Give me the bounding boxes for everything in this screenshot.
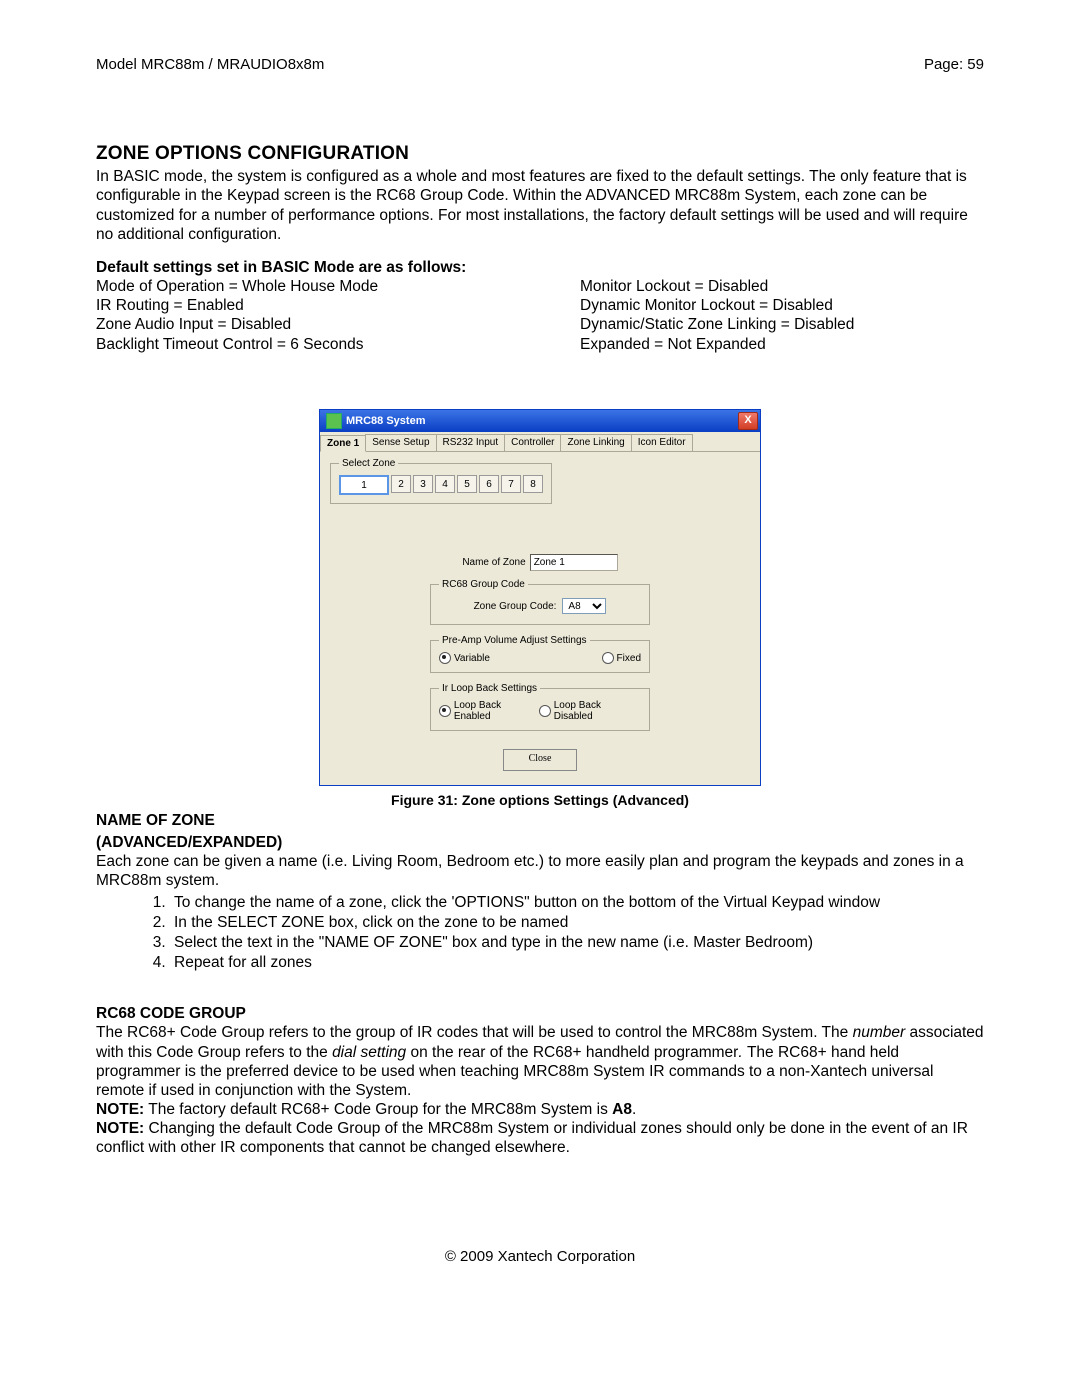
app-window: MRC88 System X Zone 1 Sense Setup RS232 … <box>319 409 761 786</box>
zone-button-7[interactable]: 7 <box>501 475 521 493</box>
name-of-zone-input[interactable] <box>530 554 618 571</box>
window-title: MRC88 System <box>346 415 425 427</box>
preamp-volume-group: Pre-Amp Volume Adjust Settings Variable … <box>430 635 650 673</box>
footer-copyright: © 2009 Xantech Corporation <box>96 1248 984 1265</box>
zone-button-2[interactable]: 2 <box>391 475 411 493</box>
name-of-zone-label: Name of Zone <box>462 557 525 568</box>
defaults-heading: Default settings set in BASIC Mode are a… <box>96 259 984 277</box>
step-item: To change the name of a zone, click the … <box>170 893 984 913</box>
rc68-group-code-group: RC68 Group Code Zone Group Code: A8 <box>430 579 650 625</box>
preamp-legend: Pre-Amp Volume Adjust Settings <box>439 635 590 646</box>
figure-caption: Figure 31: Zone options Settings (Advanc… <box>96 792 984 808</box>
zone-group-code-select[interactable]: A8 <box>562 598 606 614</box>
radio-fixed[interactable] <box>602 652 614 664</box>
zone-button-1[interactable]: 1 <box>339 475 389 495</box>
rc68-note2: NOTE: Changing the default Code Group of… <box>96 1119 984 1158</box>
zone-button-6[interactable]: 6 <box>479 475 499 493</box>
zone-group-code-label: Zone Group Code: <box>474 601 557 612</box>
rc68-heading: RC68 CODE GROUP <box>96 1005 984 1023</box>
zone-button-3[interactable]: 3 <box>413 475 433 493</box>
window-close-button[interactable]: X <box>738 412 758 430</box>
header-page: Page: 59 <box>924 56 984 73</box>
defaults-right-col: Monitor Lockout = Disabled Dynamic Monit… <box>580 277 984 355</box>
ir-loopback-group: Ir Loop Back Settings Loop Back Enabled … <box>430 683 650 731</box>
step-item: Repeat for all zones <box>170 953 984 973</box>
radio-loopback-disabled[interactable] <box>539 705 551 717</box>
select-zone-legend: Select Zone <box>339 458 398 469</box>
zone-button-5[interactable]: 5 <box>457 475 477 493</box>
rc68-para: The RC68+ Code Group refers to the group… <box>96 1023 984 1101</box>
tab-bar: Zone 1 Sense Setup RS232 Input Controlle… <box>320 432 760 452</box>
close-button[interactable]: Close <box>503 749 577 771</box>
name-of-zone-steps: To change the name of a zone, click the … <box>96 893 984 974</box>
default-item: Dynamic Monitor Lockout = Disabled <box>580 296 984 315</box>
zone-button-4[interactable]: 4 <box>435 475 455 493</box>
tab-zone-linking[interactable]: Zone Linking <box>560 434 631 451</box>
tab-icon-editor[interactable]: Icon Editor <box>631 434 693 451</box>
default-item: Dynamic/Static Zone Linking = Disabled <box>580 315 984 334</box>
header-model: Model MRC88m / MRAUDIO8x8m <box>96 56 324 73</box>
intro-paragraph: In BASIC mode, the system is configured … <box>96 167 984 245</box>
radio-variable-label: Variable <box>454 653 490 664</box>
irloop-legend: Ir Loop Back Settings <box>439 683 540 694</box>
step-item: Select the text in the "NAME OF ZONE" bo… <box>170 933 984 953</box>
radio-variable[interactable] <box>439 652 451 664</box>
default-item: Expanded = Not Expanded <box>580 335 984 354</box>
select-zone-group: Select Zone 1 2 3 4 5 6 7 8 <box>330 458 552 504</box>
name-of-zone-para: Each zone can be given a name (i.e. Livi… <box>96 852 984 891</box>
app-icon <box>326 413 342 429</box>
step-item: In the SELECT ZONE box, click on the zon… <box>170 913 984 933</box>
tab-zone1[interactable]: Zone 1 <box>320 435 366 452</box>
default-item: Monitor Lockout = Disabled <box>580 277 984 296</box>
zone-button-8[interactable]: 8 <box>523 475 543 493</box>
radio-fixed-label: Fixed <box>617 653 641 664</box>
defaults-left-col: Mode of Operation = Whole House Mode IR … <box>96 277 500 355</box>
tab-rs232-input[interactable]: RS232 Input <box>436 434 506 451</box>
rc68-legend: RC68 Group Code <box>439 579 528 590</box>
default-item: Backlight Timeout Control = 6 Seconds <box>96 335 500 354</box>
window-titlebar[interactable]: MRC88 System X <box>320 410 760 432</box>
name-of-zone-heading2: (ADVANCED/EXPANDED) <box>96 834 984 852</box>
default-item: Mode of Operation = Whole House Mode <box>96 277 500 296</box>
radio-loopback-enabled-label: Loop Back Enabled <box>454 700 539 722</box>
rc68-note1: NOTE: The factory default RC68+ Code Gro… <box>96 1101 984 1119</box>
name-of-zone-heading1: NAME OF ZONE <box>96 812 984 830</box>
radio-loopback-disabled-label: Loop Back Disabled <box>554 700 641 722</box>
default-item: IR Routing = Enabled <box>96 296 500 315</box>
radio-loopback-enabled[interactable] <box>439 705 451 717</box>
tab-sense-setup[interactable]: Sense Setup <box>365 434 436 451</box>
section-title: ZONE OPTIONS CONFIGURATION <box>96 143 984 165</box>
default-item: Zone Audio Input = Disabled <box>96 315 500 334</box>
tab-controller[interactable]: Controller <box>504 434 561 451</box>
